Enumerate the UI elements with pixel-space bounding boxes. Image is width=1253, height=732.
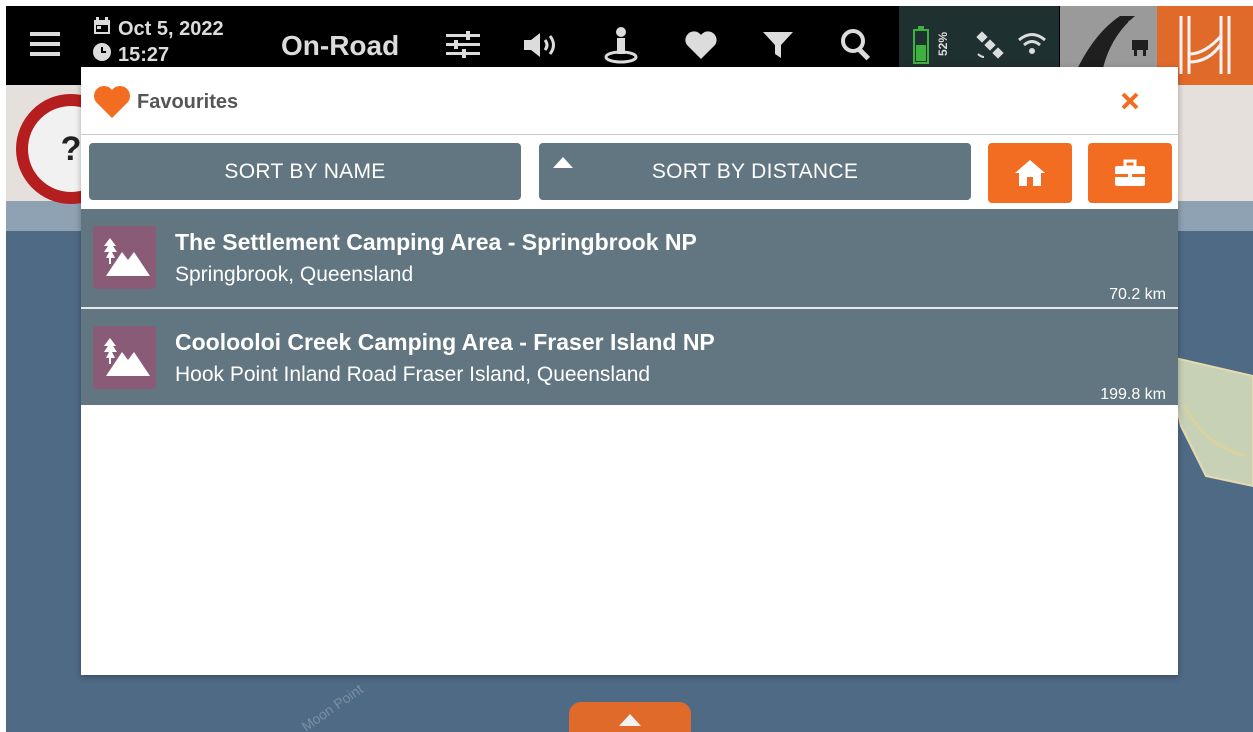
mode-label[interactable]: On-Road xyxy=(281,30,399,62)
favourite-address: Hook Point Inland Road Fraser Island, Qu… xyxy=(175,363,651,386)
favourite-distance: 199.8 km xyxy=(1100,386,1166,403)
favourite-name: The Settlement Camping Area - Springbroo… xyxy=(175,229,697,255)
bottom-panel-toggle[interactable] xyxy=(569,702,691,732)
dialog-title: Favourites xyxy=(137,91,239,113)
sort-by-name-button[interactable]: SORT BY NAME xyxy=(89,143,521,200)
chevron-up-icon xyxy=(619,714,641,726)
clock-icon xyxy=(92,42,112,68)
close-icon xyxy=(1121,92,1139,110)
sliders-icon[interactable] xyxy=(446,30,480,60)
work-button[interactable] xyxy=(1088,143,1172,203)
favourite-distance: 70.2 km xyxy=(1109,286,1166,303)
home-button[interactable] xyxy=(988,143,1072,203)
briefcase-icon xyxy=(1115,159,1145,186)
mountain-icon xyxy=(93,226,156,289)
date-time: Oct 5, 2022 15:27 xyxy=(92,16,224,68)
heart-icon[interactable] xyxy=(684,30,718,60)
battery-icon xyxy=(913,26,929,69)
close-button[interactable] xyxy=(1114,85,1146,117)
list-item[interactable]: The Settlement Camping Area - Springbroo… xyxy=(81,209,1178,307)
sort-by-distance-button[interactable]: SORT BY DISTANCE xyxy=(539,143,971,200)
list-item[interactable]: Coolooloi Creek Camping Area - Fraser Is… xyxy=(81,307,1178,405)
menu-icon[interactable] xyxy=(30,30,60,58)
favourite-name: Coolooloi Creek Camping Area - Fraser Is… xyxy=(175,329,715,355)
mountain-icon xyxy=(93,326,156,389)
battery-percent: 52% xyxy=(936,32,950,57)
sort-by-distance-label: SORT BY DISTANCE xyxy=(651,159,859,183)
date-label: Oct 5, 2022 xyxy=(118,17,224,40)
favourites-dialog: Favourites SORT BY NAME SORT BY DISTANCE… xyxy=(81,67,1178,675)
wifi-icon[interactable] xyxy=(1017,32,1047,61)
calendar-icon xyxy=(92,16,112,42)
caret-up-icon xyxy=(553,157,573,168)
search-icon[interactable] xyxy=(840,28,874,62)
person-pin-icon[interactable] xyxy=(604,26,638,64)
home-icon xyxy=(1015,160,1045,186)
time-label: 15:27 xyxy=(118,43,170,66)
favourite-address: Springbrook, Queensland xyxy=(175,263,414,286)
satellite-icon[interactable] xyxy=(975,30,1005,65)
favourites-list: The Settlement Camping Area - Springbroo… xyxy=(81,209,1178,405)
volume-icon[interactable] xyxy=(522,30,562,60)
heart-icon xyxy=(93,85,131,124)
dialog-header: Favourites xyxy=(81,67,1178,135)
sort-toolbar: SORT BY NAME SORT BY DISTANCE xyxy=(81,135,1178,209)
filter-icon[interactable] xyxy=(762,30,794,60)
